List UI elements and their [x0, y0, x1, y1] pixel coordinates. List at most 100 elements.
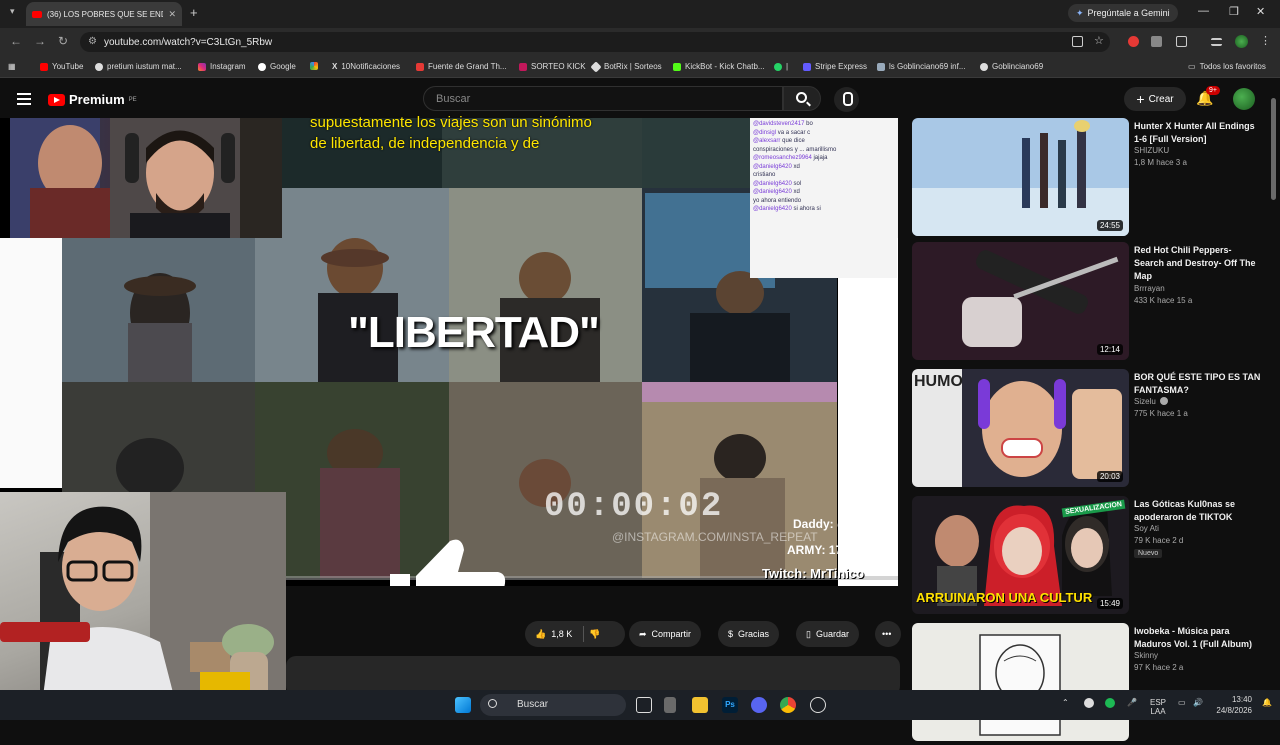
site-info-icon[interactable]: ⚙	[88, 36, 97, 47]
video-thumbnail[interactable]	[912, 623, 1129, 741]
forward-arrow-icon[interactable]: →	[34, 34, 46, 48]
channel-name[interactable]: Sizelu	[1134, 397, 1169, 406]
video-thumbnail[interactable]: HUMO 20:03	[912, 369, 1129, 487]
app-icon[interactable]	[810, 697, 826, 713]
streamer-webcam-image	[10, 118, 282, 238]
reactor-webcam-image	[0, 492, 286, 720]
browser-tab-active[interactable]: (36) LOS POBRES QUE SE ENDE ✕	[26, 2, 182, 26]
like-button[interactable]: 👍 1,8 K	[535, 629, 572, 640]
save-button[interactable]: ▯ Guardar	[796, 621, 859, 647]
extension-red-icon[interactable]	[1128, 36, 1139, 47]
search-input[interactable]: Buscar	[423, 86, 783, 111]
video-title[interactable]: Las Góticas Kul0nas se apoderaron de TIK…	[1134, 498, 1264, 524]
bookmark-goblinciano[interactable]: Goblinciano69	[980, 62, 1043, 71]
extensions-puzzle-icon[interactable]	[1176, 36, 1187, 47]
chat-line: cristiano	[753, 172, 776, 178]
back-arrow-icon[interactable]: ←	[10, 34, 22, 48]
file-explorer-icon[interactable]	[692, 697, 708, 713]
video-thumbnail[interactable]: 12:14	[912, 242, 1129, 360]
recommended-video[interactable]: HUMO 20:03 BOR QUÉ ESTE TIPO ES TAN FANT…	[912, 369, 1268, 491]
restore-icon[interactable]: ❐	[1229, 5, 1239, 18]
install-app-icon[interactable]	[1072, 36, 1083, 47]
channel-name[interactable]: Soy Ati	[1134, 524, 1159, 533]
share-arrow-icon: ➦	[639, 628, 647, 639]
share-button[interactable]: ➦ Compartir	[629, 621, 702, 647]
all-favorites-folder[interactable]: ▭ Todos los favoritos	[1188, 62, 1266, 71]
bookmark-instagram[interactable]: Instagram	[198, 62, 246, 71]
dislike-button[interactable]: 👎	[589, 629, 600, 640]
volume-icon[interactable]: 🔊	[1193, 698, 1203, 707]
bookmark-goblin-info[interactable]: ls Goblinciano69 inf...	[877, 62, 966, 71]
photoshop-icon[interactable]: Ps	[722, 697, 738, 713]
bookmark-kickbot[interactable]: KickBot - Kick Chatb...	[673, 62, 765, 71]
video-title[interactable]: Hunter X Hunter All Endings 1-6 [Full Ve…	[1134, 120, 1264, 146]
reading-list-icon[interactable]	[1211, 38, 1222, 46]
menu-hamburger-icon[interactable]	[17, 93, 31, 105]
tray-app-icon[interactable]	[1105, 698, 1115, 708]
apps-grid-icon[interactable]: ▦	[8, 62, 16, 71]
tray-app-icon[interactable]	[1084, 698, 1094, 708]
x-logo-icon: X	[332, 62, 338, 71]
folder-icon: ▭	[1188, 62, 1196, 71]
minimize-icon[interactable]: —	[1198, 5, 1209, 17]
search-button[interactable]	[783, 86, 821, 111]
bookmark-pretium[interactable]: pretium iustum mat...	[95, 62, 182, 71]
tab-search-icon[interactable]: ▾	[10, 6, 15, 17]
profile-avatar-icon[interactable]	[1235, 35, 1248, 48]
youtube-premium-logo[interactable]: Premium PE	[48, 92, 137, 107]
channel-name[interactable]: SHIZUKU	[1134, 146, 1169, 155]
recommended-video[interactable]: SEXUALIZACION ARRUINARON UNA CULTUR 15:4…	[912, 496, 1268, 618]
stream-chat-overlay: @davidsteven2417 bo @dinsigl va a sacar …	[750, 118, 897, 278]
bookmark-gta-font[interactable]: Fuente de Grand Th...	[416, 62, 507, 71]
recommended-video[interactable]: Iwobeka - Música para Maduros Vol. 1 (Fu…	[912, 623, 1268, 745]
video-title[interactable]: Iwobeka - Música para Maduros Vol. 1 (Fu…	[1134, 625, 1264, 651]
thumb-up-icon: 👍	[535, 628, 547, 639]
task-view-icon[interactable]	[636, 697, 652, 713]
phone-link-icon[interactable]	[664, 697, 676, 713]
bookmark-star-icon[interactable]: ☆	[1094, 34, 1105, 47]
channel-name[interactable]: Skinny	[1134, 651, 1158, 660]
tray-chevron-icon[interactable]: ⌃	[1062, 698, 1069, 707]
discord-icon[interactable]	[751, 697, 767, 713]
pinwheel-icon	[310, 62, 318, 70]
globe-icon	[95, 62, 103, 71]
taskbar-clock[interactable]: 13:40 24/8/2026	[1216, 694, 1252, 716]
language-indicator[interactable]: ESP LAA	[1150, 698, 1166, 716]
chrome-icon[interactable]	[780, 697, 796, 713]
create-button[interactable]: + Crear	[1124, 87, 1186, 111]
more-actions-button[interactable]: •••	[875, 621, 901, 647]
network-icon[interactable]: ▭	[1178, 698, 1186, 707]
microphone-icon[interactable]: 🎤	[1127, 698, 1137, 707]
omnibox[interactable]: ⚙ youtube.com/watch?v=C3LtGn_5Rbw	[80, 32, 1110, 52]
bookmark-x-notifications[interactable]: X 10Notificaciones	[332, 62, 400, 71]
video-title[interactable]: Red Hot Chili Peppers- Search and Destro…	[1134, 244, 1264, 283]
bookmark-google[interactable]: Google	[258, 62, 296, 71]
bookmark-whatsapp[interactable]: |	[774, 62, 788, 71]
video-thumbnail[interactable]: 24:55	[912, 118, 1129, 236]
browser-menu-icon[interactable]: ⋮	[1260, 34, 1271, 47]
recommended-video[interactable]: 12:14 Red Hot Chili Peppers- Search and …	[912, 242, 1268, 364]
bookmark-pinwheel[interactable]	[310, 62, 318, 70]
notifications-icon[interactable]: 🔔	[1262, 698, 1272, 707]
recommended-video[interactable]: 24:55 Hunter X Hunter All Endings 1-6 [F…	[912, 118, 1268, 240]
voice-search-button[interactable]	[834, 87, 859, 112]
windows-start-icon[interactable]	[455, 697, 471, 713]
plus-icon: +	[1136, 91, 1145, 107]
bookmark-youtube[interactable]: YouTube	[40, 62, 83, 71]
channel-name[interactable]: Brrrayan	[1134, 284, 1165, 293]
close-window-icon[interactable]: ✕	[1256, 5, 1265, 18]
reload-icon[interactable]: ↻	[58, 34, 68, 48]
video-title[interactable]: BOR QUÉ ESTE TIPO ES TAN FANTASMA?	[1134, 371, 1264, 397]
bookmark-sorteo-kick[interactable]: SORTEO KICK	[519, 62, 586, 71]
thanks-button[interactable]: $ Gracias	[718, 621, 780, 647]
new-tab-button[interactable]: +	[190, 5, 198, 20]
taskbar-search[interactable]: Buscar	[480, 694, 626, 716]
video-thumbnail[interactable]: SEXUALIZACION ARRUINARON UNA CULTUR 15:4…	[912, 496, 1129, 614]
page-scrollbar[interactable]	[1271, 98, 1276, 200]
bookmark-botrix[interactable]: BotRix | Sorteos	[590, 60, 662, 73]
account-avatar[interactable]	[1233, 88, 1255, 110]
bookmark-stripe[interactable]: Stripe Express	[803, 62, 867, 71]
close-tab-icon[interactable]: ✕	[168, 9, 176, 20]
gemini-button[interactable]: ✦ Pregúntale a Gemini	[1068, 4, 1178, 22]
extension-gray-icon[interactable]	[1151, 36, 1162, 47]
